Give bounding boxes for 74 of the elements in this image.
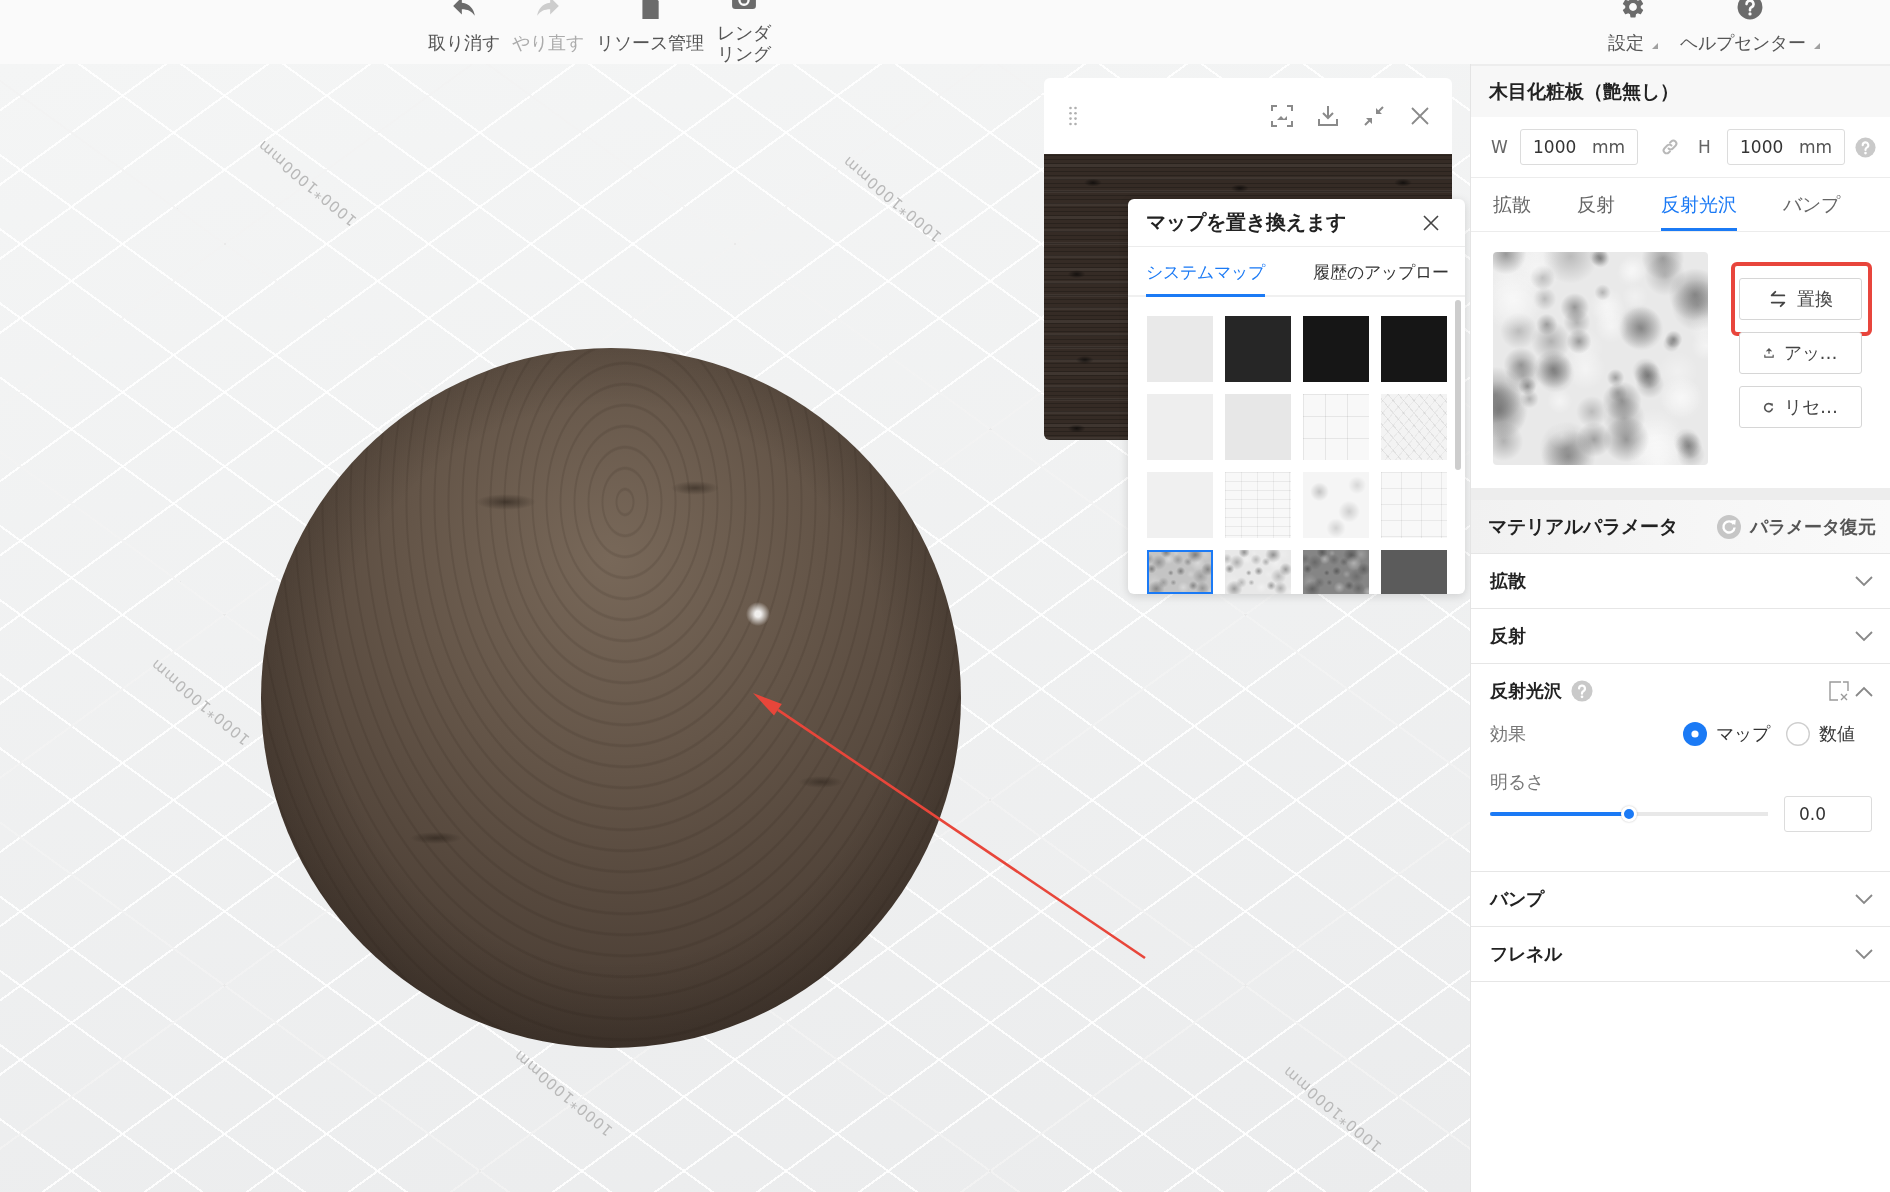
upload-icon bbox=[1763, 348, 1774, 358]
field-label: 効果 bbox=[1490, 722, 1526, 746]
help-center-menu-button[interactable]: ヘルプセンター bbox=[1680, 0, 1820, 60]
chevron-down-icon[interactable] bbox=[1855, 630, 1873, 642]
radio-button[interactable] bbox=[1683, 722, 1707, 746]
tab[interactable]: 反射光沢 bbox=[1661, 178, 1737, 231]
texture-thumbnail[interactable] bbox=[1225, 550, 1291, 594]
chevron-down-icon[interactable] bbox=[1855, 575, 1873, 587]
collapse-arrows-icon bbox=[1363, 105, 1385, 127]
swap-arrows-icon bbox=[1768, 290, 1787, 308]
upload-button[interactable]: アッ… bbox=[1739, 332, 1862, 374]
help-icon[interactable] bbox=[1855, 136, 1876, 158]
radio-option[interactable]: 数値 bbox=[1786, 722, 1855, 746]
chevron-down-icon[interactable] bbox=[1855, 893, 1873, 905]
panel-title: マテリアルパラメータ bbox=[1488, 513, 1678, 539]
reset-button[interactable]: リセ… bbox=[1739, 386, 1862, 428]
accordion-header[interactable]: バンプ bbox=[1471, 872, 1890, 926]
settings-menu-button[interactable]: 設定 bbox=[1608, 0, 1658, 60]
texture-thumbnail[interactable] bbox=[1381, 394, 1447, 460]
accordion-header[interactable]: フレネル bbox=[1471, 927, 1890, 981]
resource-manager-button[interactable]: リソース管理 bbox=[596, 0, 704, 60]
close-icon bbox=[1409, 105, 1431, 127]
texture-thumbnail[interactable] bbox=[1147, 550, 1213, 594]
tab[interactable]: 履歴のアップロー bbox=[1313, 247, 1449, 297]
slider-handle[interactable] bbox=[1621, 806, 1637, 822]
undo-button[interactable]: 取り消す bbox=[428, 0, 500, 60]
texture-thumbnail[interactable] bbox=[1225, 394, 1291, 460]
accordion-header[interactable]: 拡散 bbox=[1471, 554, 1890, 608]
tab[interactable]: システムマップ bbox=[1146, 247, 1265, 297]
tab[interactable]: 反射 bbox=[1577, 178, 1615, 231]
fit-view-button[interactable] bbox=[1269, 103, 1295, 129]
unit-label: mm bbox=[1798, 137, 1832, 157]
field-label: W bbox=[1491, 137, 1508, 157]
replace-button[interactable]: 置換 bbox=[1739, 278, 1862, 320]
radio-option[interactable]: マップ bbox=[1683, 722, 1770, 746]
texture-thumbnail[interactable] bbox=[1381, 316, 1447, 382]
brightness-input[interactable]: 0.0 bbox=[1784, 796, 1872, 832]
texture-thumbnail[interactable] bbox=[1303, 394, 1369, 460]
material-title: 木目化粧板（艶無し） bbox=[1471, 66, 1890, 117]
texture-thumbnail[interactable] bbox=[1303, 550, 1369, 594]
accordion-header[interactable]: 反射 bbox=[1471, 609, 1890, 663]
settings-icon bbox=[1620, 0, 1646, 20]
download-button[interactable] bbox=[1315, 103, 1341, 129]
render-button[interactable]: レンダリング bbox=[716, 0, 772, 64]
tab[interactable]: 拡散 bbox=[1493, 178, 1531, 231]
texture-thumbnail[interactable] bbox=[1381, 472, 1447, 538]
refresh-icon bbox=[1717, 514, 1741, 539]
dialog-title: マップを置き換えます bbox=[1146, 209, 1346, 236]
circular-arrow-icon bbox=[1763, 401, 1774, 413]
frame-corners-icon bbox=[1271, 105, 1293, 127]
texture-thumbnail[interactable] bbox=[1381, 550, 1447, 594]
dimension-input[interactable]: 1000 mm bbox=[1520, 129, 1638, 165]
texture-thumbnail[interactable] bbox=[1303, 472, 1369, 538]
close-button[interactable] bbox=[1421, 212, 1441, 233]
texture-thumbnail[interactable] bbox=[1303, 316, 1369, 382]
drag-handle-icon[interactable] bbox=[1069, 106, 1077, 126]
texture-thumbnail[interactable] bbox=[1225, 472, 1291, 538]
link-icon[interactable] bbox=[1661, 138, 1679, 156]
chevron-up-icon[interactable] bbox=[1855, 685, 1873, 697]
scrollbar-thumb[interactable] bbox=[1455, 300, 1461, 470]
download-icon bbox=[1317, 105, 1339, 127]
tab[interactable]: バンプ bbox=[1783, 178, 1840, 231]
chevron-down-icon[interactable] bbox=[1855, 948, 1873, 960]
texture-thumbnail[interactable] bbox=[1225, 316, 1291, 382]
unit-label: mm bbox=[1591, 137, 1625, 157]
accordion-header[interactable]: 反射光沢 bbox=[1471, 664, 1890, 718]
dimension-input[interactable]: 1000 mm bbox=[1727, 129, 1845, 165]
remove-map-icon[interactable] bbox=[1829, 681, 1849, 701]
field-label: 明るさ bbox=[1490, 770, 1544, 794]
help-icon[interactable] bbox=[1571, 680, 1593, 702]
close-icon bbox=[1423, 214, 1439, 231]
field-label: H bbox=[1698, 137, 1712, 157]
restore-parameters-button[interactable]: パラメータ復元 bbox=[1717, 514, 1876, 539]
radio-button[interactable] bbox=[1786, 722, 1810, 746]
